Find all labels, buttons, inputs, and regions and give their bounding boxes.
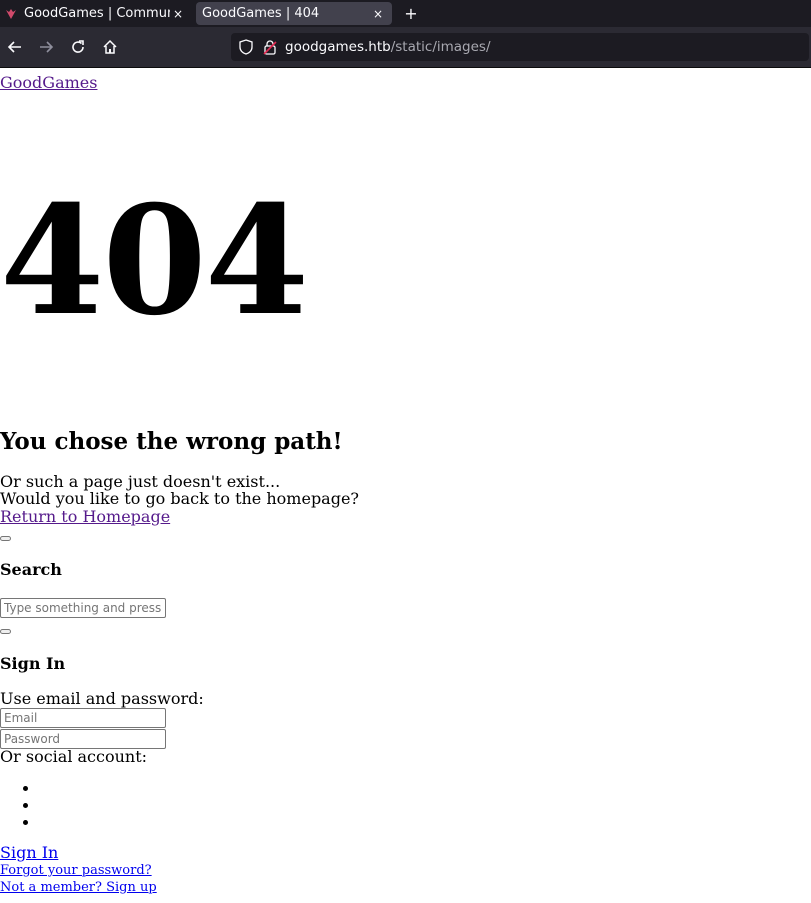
signin-heading: Sign In <box>0 654 66 673</box>
tab-close-icon[interactable]: × <box>370 7 386 21</box>
tab-community[interactable]: GoodGames | Community and Store × <box>0 0 192 27</box>
reload-icon[interactable] <box>67 36 89 58</box>
new-tab-button[interactable]: + <box>401 2 421 24</box>
forgot-password-link[interactable]: Forgot your password? <box>0 863 152 878</box>
description-line: Would you like to go back to the homepag… <box>0 489 360 508</box>
signin-prompt: Use email and password: <box>0 689 204 708</box>
error-description: Or such a page just doesn't exist... Wou… <box>0 473 359 507</box>
url-host: goodgames.htb <box>285 39 391 55</box>
social-account-list <box>0 780 40 831</box>
email-field[interactable] <box>0 708 166 728</box>
signin-link[interactable]: Sign In <box>0 843 58 862</box>
tab-404-active[interactable]: GoodGames | 404 × <box>196 2 392 25</box>
social-label: Or social account: <box>0 747 148 766</box>
signin-close-button[interactable] <box>0 629 11 634</box>
search-input[interactable] <box>0 598 166 618</box>
tab-strip: GoodGames | Community and Store × GoodGa… <box>0 0 811 27</box>
shield-icon[interactable] <box>237 38 255 56</box>
return-homepage-link[interactable]: Return to Homepage <box>0 507 170 526</box>
signup-link[interactable]: Not a member? Sign up <box>0 880 157 895</box>
tab-title: GoodGames | Community and Store <box>24 6 170 21</box>
nav-toolbar: goodgames.htb/static/images/ <box>0 27 811 68</box>
goodgames-favicon-icon <box>4 7 18 21</box>
forward-arrow-icon[interactable] <box>35 36 57 58</box>
insecure-lock-icon[interactable] <box>261 38 279 56</box>
tab-title: GoodGames | 404 <box>202 6 320 21</box>
search-close-button[interactable] <box>0 536 11 541</box>
tab-close-icon[interactable]: × <box>170 7 186 21</box>
home-icon[interactable] <box>99 36 121 58</box>
logo-link[interactable]: GoodGames <box>0 73 97 92</box>
description-line: Or such a page just doesn't exist... <box>0 472 281 491</box>
address-bar[interactable]: goodgames.htb/static/images/ <box>231 33 809 61</box>
error-heading: You chose the wrong path! <box>0 428 343 455</box>
password-field[interactable] <box>0 729 166 749</box>
url-path: /static/images/ <box>390 39 491 55</box>
back-arrow-icon[interactable] <box>4 36 26 58</box>
error-code: 404 <box>0 173 309 349</box>
search-heading: Search <box>0 560 62 579</box>
